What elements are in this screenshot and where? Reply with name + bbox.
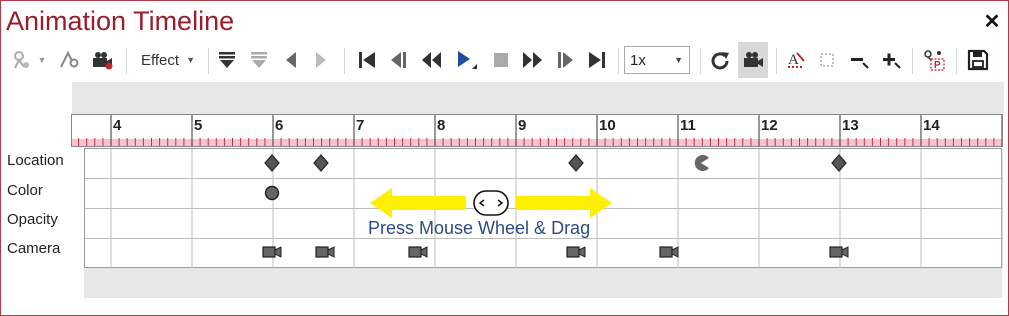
move-keys-down-disabled-icon[interactable] <box>246 42 272 78</box>
location-keyframe[interactable] <box>312 154 329 172</box>
toolbar-separator <box>344 48 345 74</box>
toolbar-separator <box>700 48 701 74</box>
track-label-location[interactable]: Location <box>7 152 64 169</box>
ruler-label: 14 <box>923 117 940 134</box>
save-icon[interactable] <box>964 42 992 78</box>
toolbar-separator <box>912 48 913 74</box>
speed-select[interactable]: 1x ▼ <box>624 46 690 74</box>
move-keys-down-icon[interactable] <box>214 42 240 78</box>
location-keyframe[interactable] <box>264 154 280 172</box>
ruler-label: 10 <box>599 117 616 134</box>
go-to-end-icon[interactable] <box>584 42 610 78</box>
ruler-label: 8 <box>437 117 446 134</box>
location-keyframe[interactable] <box>567 154 584 172</box>
toolbar-separator <box>126 48 127 74</box>
track-label-camera[interactable]: Camera <box>7 240 60 257</box>
previous-key-icon[interactable] <box>280 42 302 78</box>
camera-keyframe[interactable] <box>262 245 282 259</box>
effect-label: Effect <box>140 51 180 69</box>
window-title: Animation Timeline <box>6 6 235 36</box>
close-button[interactable]: ✕ <box>982 12 1002 32</box>
zoom-in-icon[interactable] <box>878 42 904 78</box>
chevron-down-icon: ▼ <box>674 55 683 65</box>
location-keyframe[interactable] <box>831 154 847 172</box>
effect-dropdown[interactable]: Effect ▼ <box>134 42 202 78</box>
ruler-label: 9 <box>518 117 527 134</box>
timeline-header-strip <box>72 82 1004 114</box>
go-to-start-icon[interactable] <box>354 42 380 78</box>
camera-keyframe[interactable] <box>566 245 586 259</box>
camera-keyframe[interactable] <box>408 245 428 259</box>
dropdown-arrow-icon[interactable]: ▼ <box>35 42 49 78</box>
camera-keyframe[interactable] <box>829 245 849 259</box>
ruler-label: 6 <box>275 117 284 134</box>
drag-hint-text: Press Mouse Wheel & Drag <box>368 218 591 238</box>
speed-value: 1x <box>630 51 646 69</box>
ruler-label: 13 <box>842 117 859 134</box>
timeline-footer-strip <box>84 268 1002 298</box>
step-forward-icon[interactable] <box>552 42 578 78</box>
color-keyframe[interactable] <box>264 185 280 201</box>
ruler-ticks <box>72 115 1002 146</box>
ruler-band <box>72 139 1002 146</box>
track-label-opacity[interactable]: Opacity <box>7 211 58 228</box>
rewind-icon[interactable] <box>418 42 446 78</box>
zoom-out-icon[interactable] <box>846 42 872 78</box>
next-key-icon[interactable] <box>310 42 332 78</box>
ruler-label: 11 <box>680 117 696 134</box>
toolbar-separator <box>208 48 209 74</box>
track-label-color[interactable]: Color <box>7 182 43 199</box>
toolbar-separator <box>956 48 957 74</box>
zoom-fit-icon[interactable] <box>814 42 840 78</box>
toolbar-separator <box>776 48 777 74</box>
fast-forward-icon[interactable] <box>518 42 546 78</box>
ruler-label: 5 <box>194 117 203 134</box>
remove-location-key-icon[interactable] <box>56 42 82 78</box>
export-icon[interactable]: P <box>918 42 948 78</box>
toolbar-separator <box>618 48 619 74</box>
time-ruler[interactable] <box>71 114 1003 147</box>
ruler-label: 12 <box>761 117 778 134</box>
ruler-label: 7 <box>356 117 365 134</box>
play-icon[interactable] <box>452 42 480 78</box>
svg-text:P: P <box>934 60 941 71</box>
camera-key-icon[interactable] <box>88 42 116 78</box>
stop-icon[interactable] <box>488 42 514 78</box>
loop-icon[interactable] <box>706 42 734 78</box>
text-tool-icon[interactable]: A <box>782 42 810 78</box>
toolbar: ▼ Effect ▼ 1x ▼ A P <box>4 42 1004 78</box>
ruler-label: 4 <box>113 117 122 134</box>
camera-keyframe[interactable] <box>315 245 335 259</box>
drag-hint-arrows <box>370 188 612 218</box>
location-keyframe-partial[interactable] <box>692 154 710 172</box>
camera-keyframe[interactable] <box>659 245 679 259</box>
step-back-icon[interactable] <box>386 42 412 78</box>
camera-view-icon[interactable] <box>738 42 768 78</box>
add-location-key-icon[interactable] <box>10 42 34 78</box>
chevron-down-icon: ▼ <box>186 55 195 65</box>
